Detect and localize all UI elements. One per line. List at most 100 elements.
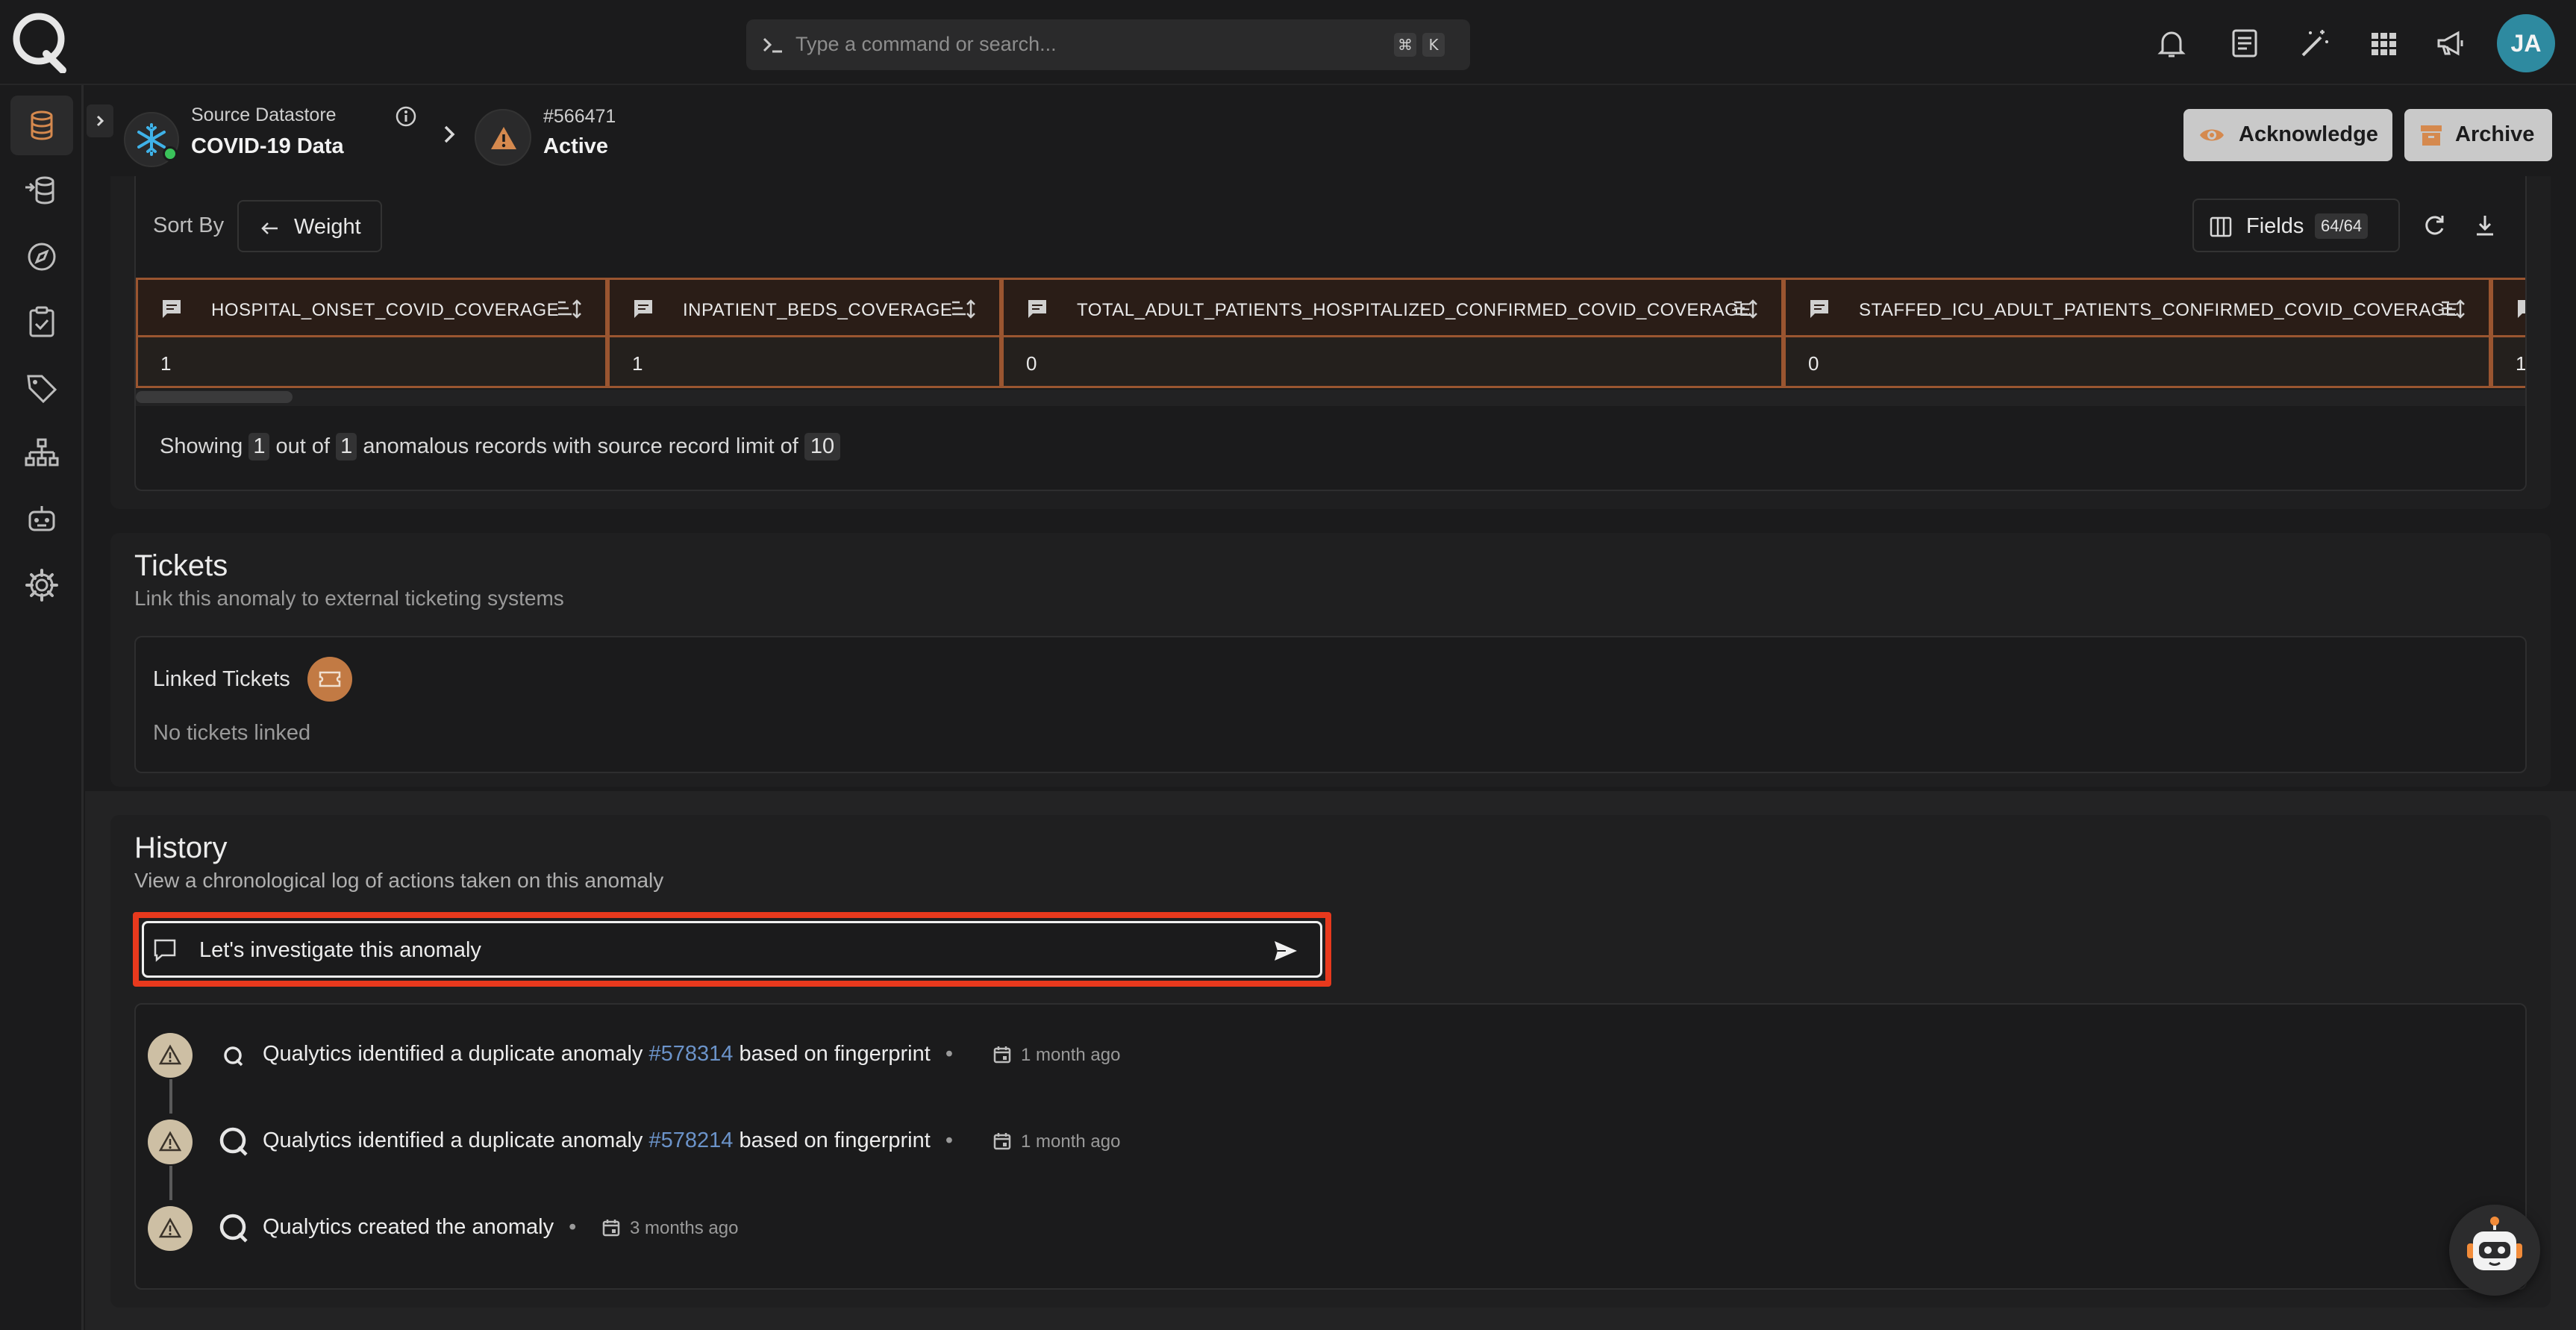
cell-value: 1 [2516,352,2525,375]
megaphone-icon[interactable] [2433,25,2469,61]
tickets-title: Tickets [134,549,228,582]
history-entry-text: Qualytics created the anomaly [263,1215,554,1239]
column-header[interactable]: TOTAL_ADULT_PATIENTS_HOSPITALIZED_CONFIR… [1001,278,1783,337]
warning-outline-icon [158,1217,182,1238]
fields-label: Fields [2246,214,2304,238]
linked-tickets-card [134,636,2527,773]
cell-value: 0 [1808,352,1819,375]
sort-column-icon[interactable] [950,298,977,320]
table-cell: 1 [2491,337,2525,388]
shortcut-cmd-key: ⌘ [1394,33,1416,57]
history-entry-time: 1 month ago [1021,1045,1121,1065]
out-of-text: out of [275,434,331,458]
link-ticket-button[interactable] [307,657,352,702]
tag-icon[interactable] [21,367,63,409]
calendar-icon [993,1133,1011,1150]
send-icon[interactable] [1272,938,1299,964]
total-count-badge: 1 [336,433,357,460]
assistant-bot-button[interactable] [2449,1205,2540,1296]
checklist-icon[interactable] [21,302,63,343]
text-type-icon [2518,300,2525,318]
timeline-connector [169,1166,172,1200]
history-subtitle: View a chronological log of actions take… [134,869,664,892]
document-icon[interactable] [2227,25,2263,61]
magic-wand-icon[interactable] [2297,25,2333,61]
record-limit-badge: 10 [804,433,841,460]
showing-prefix: Showing [160,434,243,458]
calendar-icon [602,1220,620,1237]
info-icon[interactable] [394,104,418,128]
showing-suffix: anomalous records with source record lim… [363,434,798,458]
history-entry-time: 1 month ago [1021,1131,1121,1152]
ticket-icon [319,671,341,687]
eye-icon [2200,129,2224,141]
archive-box-icon [2421,125,2442,146]
anomaly-warning-badge [475,109,531,166]
horizontal-scrollbar-thumb[interactable] [136,391,293,403]
text-type-icon [163,300,181,318]
sort-column-icon[interactable] [556,298,583,320]
qualytics-logo[interactable] [10,10,70,73]
terminal-icon [763,37,782,53]
apps-grid-icon[interactable] [2366,25,2401,61]
text-type-icon [1028,300,1046,318]
showing-count-badge: 1 [248,433,270,460]
column-header[interactable] [2491,278,2525,337]
tickets-subtitle-text: Link this anomaly to external ticketing … [134,587,564,610]
user-avatar[interactable]: JA [2497,14,2555,72]
cell-value: 1 [160,352,172,375]
anomaly-link[interactable]: #578214 [648,1128,733,1152]
sort-by-select[interactable]: Weight [237,200,382,252]
separator-dot: • [569,1215,577,1239]
datastore-name[interactable]: COVID-19 Data [191,134,344,159]
history-warning-badge [148,1033,193,1078]
fields-selector-button[interactable]: Fields 64/64 [2192,199,2400,252]
sort-by-label: Sort By [153,213,225,237]
column-header[interactable]: INPATIENT_BEDS_COVERAGE [607,278,1001,337]
separator-dot: • [945,1128,953,1152]
no-tickets-message: No tickets linked [153,721,311,745]
history-entry: Qualytics identified a duplicate anomaly… [263,1042,962,1067]
history-warning-badge [148,1206,193,1251]
robot-icon[interactable] [21,499,63,540]
anomaly-link[interactable]: #578314 [648,1042,733,1066]
settings-gear-icon[interactable] [21,564,63,606]
history-entry: Qualytics identified a duplicate anomaly… [263,1128,962,1153]
sort-column-icon[interactable] [2439,298,2466,320]
compass-icon[interactable] [21,236,63,278]
fields-count-badge: 64/64 [2315,213,2369,239]
acknowledge-button[interactable]: Acknowledge [2183,109,2392,161]
separator-dot: • [945,1042,953,1066]
sidebar-expand-button[interactable] [87,104,113,137]
command-search-input[interactable]: Type a command or search... ⌘ K [746,19,1470,70]
column-header-label: INPATIENT_BEDS_COVERAGE [683,300,953,320]
calendar-icon [993,1046,1011,1064]
text-type-icon [634,300,652,318]
column-header[interactable]: STAFFED_ICU_ADULT_PATIENTS_CONFIRMED_COV… [1783,278,2491,337]
hierarchy-icon[interactable] [21,433,63,475]
sort-column-icon[interactable] [1732,298,1759,320]
column-header-label: STAFFED_ICU_ADULT_PATIENTS_CONFIRMED_COV… [1859,300,2458,320]
archive-button[interactable]: Archive [2404,109,2552,161]
refresh-icon[interactable] [2421,212,2448,239]
download-icon[interactable] [2472,212,2498,239]
bell-icon[interactable] [2154,25,2189,61]
qualytics-small-logo-icon [224,1046,243,1067]
warning-outline-icon [158,1044,182,1065]
archive-label: Archive [2455,122,2535,146]
column-header[interactable]: HOSPITAL_ONSET_COVID_COVERAGE [136,278,607,337]
history-entry-suffix: based on fingerprint [739,1042,931,1066]
table-cell: 1 [607,337,1001,388]
qualytics-logo-icon [219,1127,248,1156]
history-title: History [134,831,228,864]
comment-input[interactable]: Let's investigate this anomaly [142,921,1322,978]
enrichment-database-icon[interactable] [21,169,63,211]
column-header-label: TOTAL_ADULT_PATIENTS_HOSPITALIZED_CONFIR… [1077,300,1751,320]
warning-icon [491,127,516,149]
shortcut-k-key: K [1422,33,1445,57]
history-entry-suffix: based on fingerprint [739,1128,931,1152]
table-cell: 1 [136,337,607,388]
history-entry: Qualytics created the anomaly • [263,1215,585,1240]
database-icon[interactable] [21,104,63,146]
history-entry-text: Qualytics identified a duplicate anomaly [263,1042,643,1066]
